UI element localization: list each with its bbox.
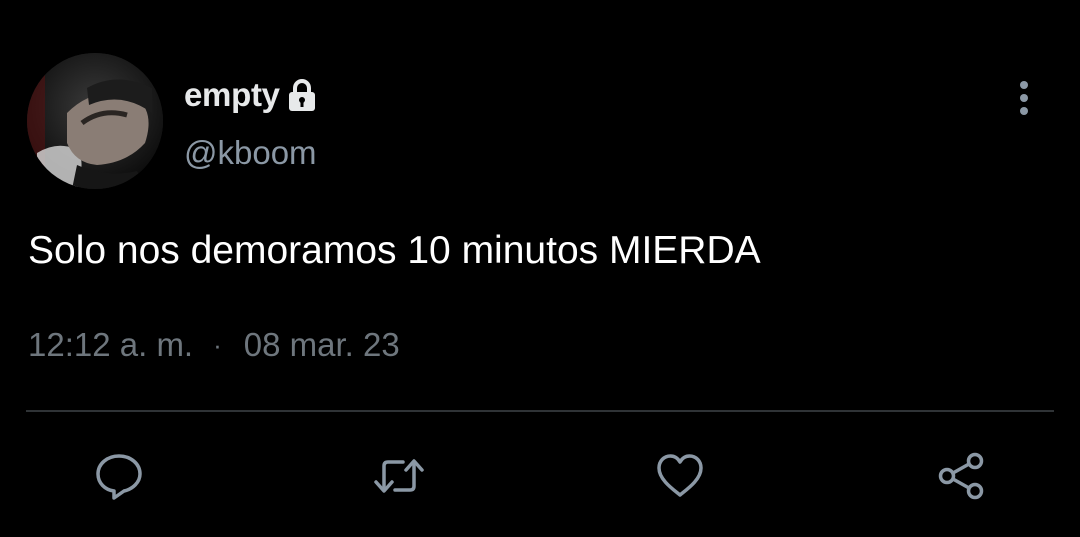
tweet-date[interactable]: 08 mar. 23	[244, 323, 400, 367]
retweet-button[interactable]	[373, 450, 425, 502]
avatar[interactable]	[27, 53, 163, 189]
author-handle[interactable]: @kboom	[184, 131, 317, 175]
reply-icon	[96, 454, 142, 500]
more-vertical-icon	[1020, 81, 1028, 115]
heart-icon	[657, 454, 703, 497]
author-name-row[interactable]: empty	[184, 70, 318, 120]
retweet-icon	[374, 459, 424, 493]
profile-photo	[27, 53, 163, 189]
meta-separator: ·	[213, 330, 222, 360]
reply-button[interactable]	[93, 450, 145, 502]
lock-icon	[286, 78, 318, 112]
tweet-meta: 12:12 a. m. · 08 mar. 23	[28, 323, 400, 367]
share-icon	[938, 452, 984, 500]
share-button[interactable]	[936, 450, 988, 502]
tweet-time[interactable]: 12:12 a. m.	[28, 323, 193, 367]
tweet-text: Solo nos demoramos 10 minutos MIERDA	[28, 229, 761, 272]
divider	[26, 410, 1054, 412]
like-button[interactable]	[654, 450, 706, 502]
display-name[interactable]: empty	[184, 76, 280, 114]
more-options-button[interactable]	[1006, 76, 1042, 120]
